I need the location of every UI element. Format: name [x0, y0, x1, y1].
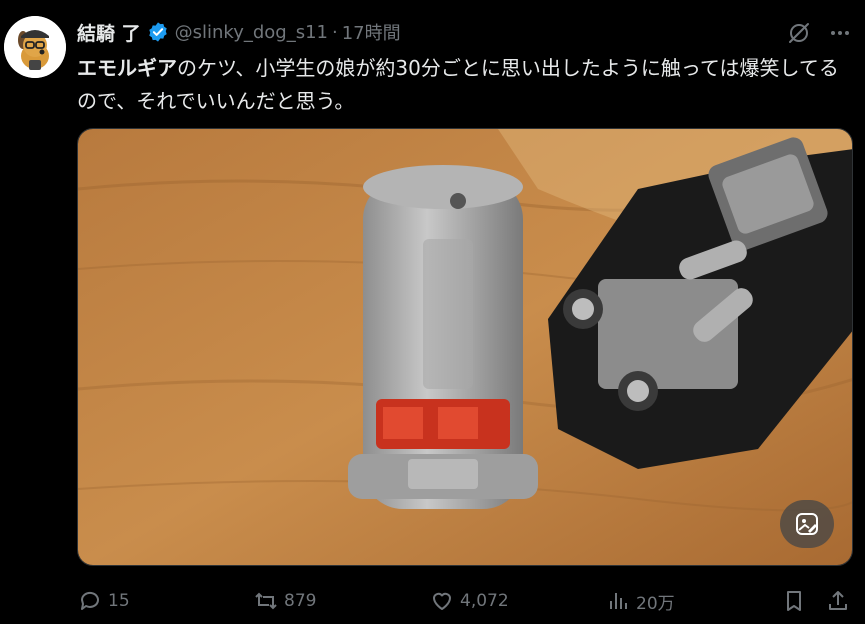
retweet-icon: [255, 592, 277, 610]
reply-button[interactable]: 15: [78, 584, 130, 618]
reply-icon: [80, 591, 99, 610]
retweet-button[interactable]: 879: [254, 584, 316, 618]
separator-dot: ·: [332, 21, 338, 43]
tweet-text-bold: エモルギア: [77, 56, 177, 80]
views-button[interactable]: 20万: [606, 584, 675, 618]
tweet-text: エモルギアのケツ、小学生の娘が約30分ごとに思い出したように触っては爆笑してるの…: [77, 52, 852, 118]
reply-count: 15: [108, 591, 130, 611]
tweet-image[interactable]: [77, 128, 853, 566]
verified-badge-icon: [147, 21, 169, 43]
timestamp[interactable]: 17時間: [342, 19, 401, 45]
avatar[interactable]: [4, 16, 66, 78]
display-name[interactable]: 結騎 了: [77, 19, 141, 46]
views-count: 20万: [636, 593, 675, 614]
tweet: 結騎 了 @slinky_dog_s11 · 17時間 エモルギアのケツ、小学生…: [0, 0, 865, 624]
views-icon: [610, 593, 627, 609]
more-icon[interactable]: [827, 20, 853, 46]
avatar-dog-illustration: [4, 16, 66, 78]
retweet-count: 879: [284, 591, 317, 611]
bookmark-icon: [787, 591, 801, 611]
share-button[interactable]: [826, 584, 856, 618]
tweet-actions: 15 879 4,072 20万: [0, 584, 865, 618]
like-count: 4,072: [460, 591, 509, 611]
tweet-header: 結騎 了 @slinky_dog_s11 · 17時間: [77, 17, 401, 47]
like-icon: [433, 592, 451, 610]
photo-toy-on-table: [78, 129, 852, 565]
share-icon: [829, 591, 847, 610]
tweet-text-rest: のケツ、小学生の娘が約30分ごとに思い出したように触っては爆笑してるので、それで…: [77, 56, 839, 113]
user-handle[interactable]: @slinky_dog_s11: [175, 22, 328, 43]
grok-icon[interactable]: [786, 20, 812, 46]
alt-text-icon: [796, 513, 818, 535]
bookmark-button[interactable]: [782, 584, 812, 618]
alt-text-button[interactable]: [780, 500, 834, 548]
like-button[interactable]: 4,072: [430, 584, 509, 618]
